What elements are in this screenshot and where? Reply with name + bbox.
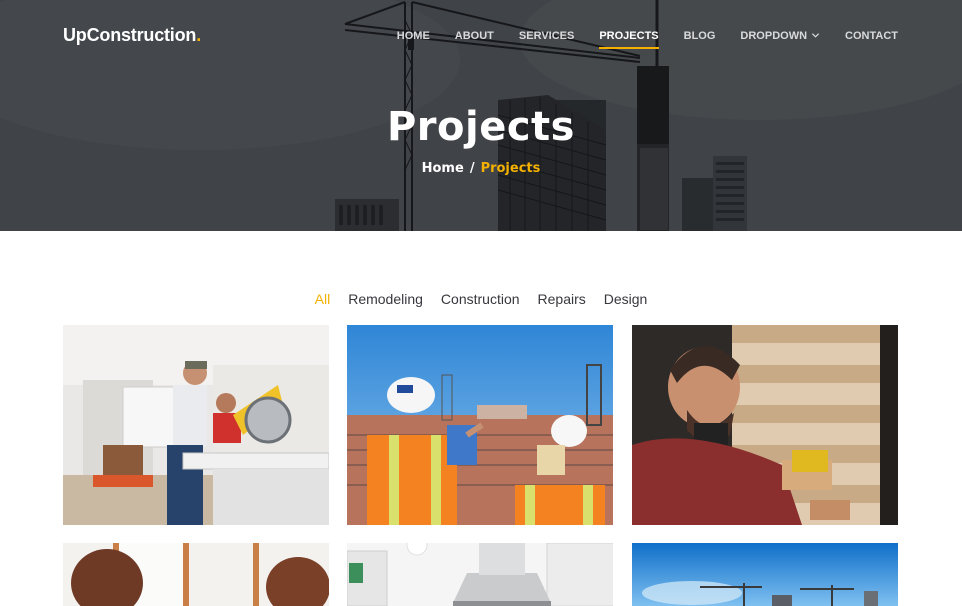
nav-label: Services <box>518 30 575 42</box>
nav-item-dropdown[interactable]: Dropdown <box>740 30 820 50</box>
site-logo[interactable]: UpConstruction. <box>63 25 201 46</box>
filter-remodeling[interactable]: Remodeling <box>348 291 423 307</box>
project-card[interactable] <box>63 543 329 606</box>
nav-label: Projects <box>599 30 659 42</box>
cranes-blue-sky-photo <box>632 543 898 606</box>
filter-all[interactable]: All <box>315 291 331 307</box>
nav-item-about[interactable]: About <box>455 30 494 50</box>
filter-repairs[interactable]: Repairs <box>538 291 586 307</box>
breadcrumb: Home / Projects <box>0 161 962 176</box>
projects-grid <box>63 325 899 606</box>
nav-item-home[interactable]: Home <box>397 30 430 50</box>
brand-name: UpConstruction <box>63 25 197 45</box>
filter-construction[interactable]: Construction <box>441 291 520 307</box>
nav-item-blog[interactable]: Blog <box>684 30 716 50</box>
project-card[interactable] <box>63 325 329 525</box>
kitchen-range-hood-photo <box>347 543 613 606</box>
man-drilling-log-wall-photo <box>632 325 898 525</box>
project-card[interactable] <box>347 543 613 606</box>
nav-label: About <box>454 30 494 42</box>
nav-label: Contact <box>845 30 898 42</box>
nav-item-projects[interactable]: Projects <box>599 30 659 50</box>
page-title: Projects <box>386 104 575 150</box>
breadcrumb-separator: / <box>469 161 475 176</box>
chevron-down-icon <box>811 33 820 38</box>
nav-item-services[interactable]: Services <box>519 30 574 50</box>
engineers-hardhats-site-photo <box>347 325 613 525</box>
breadcrumb-home-link[interactable]: Home <box>422 161 464 176</box>
filter-design[interactable]: Design <box>604 291 648 307</box>
project-card[interactable] <box>632 325 898 525</box>
nav-item-contact[interactable]: Contact <box>845 30 898 50</box>
breadcrumb-current: Projects <box>480 161 541 176</box>
main-navigation: Home About Services Projects Blog Dropdo… <box>397 30 898 50</box>
project-filters: All Remodeling Construction Repairs Desi… <box>0 291 962 307</box>
workers-miter-saw-photo <box>63 325 329 525</box>
page-header-hero: UpConstruction. Home About Services Proj… <box>0 0 962 231</box>
brand-dot: . <box>196 25 201 45</box>
nav-label: Blog <box>683 30 716 42</box>
women-by-window-photo <box>63 543 329 606</box>
project-card[interactable] <box>347 325 613 525</box>
nav-label: Dropdown <box>740 30 808 42</box>
nav-label: Home <box>396 30 430 42</box>
project-card[interactable] <box>632 543 898 606</box>
